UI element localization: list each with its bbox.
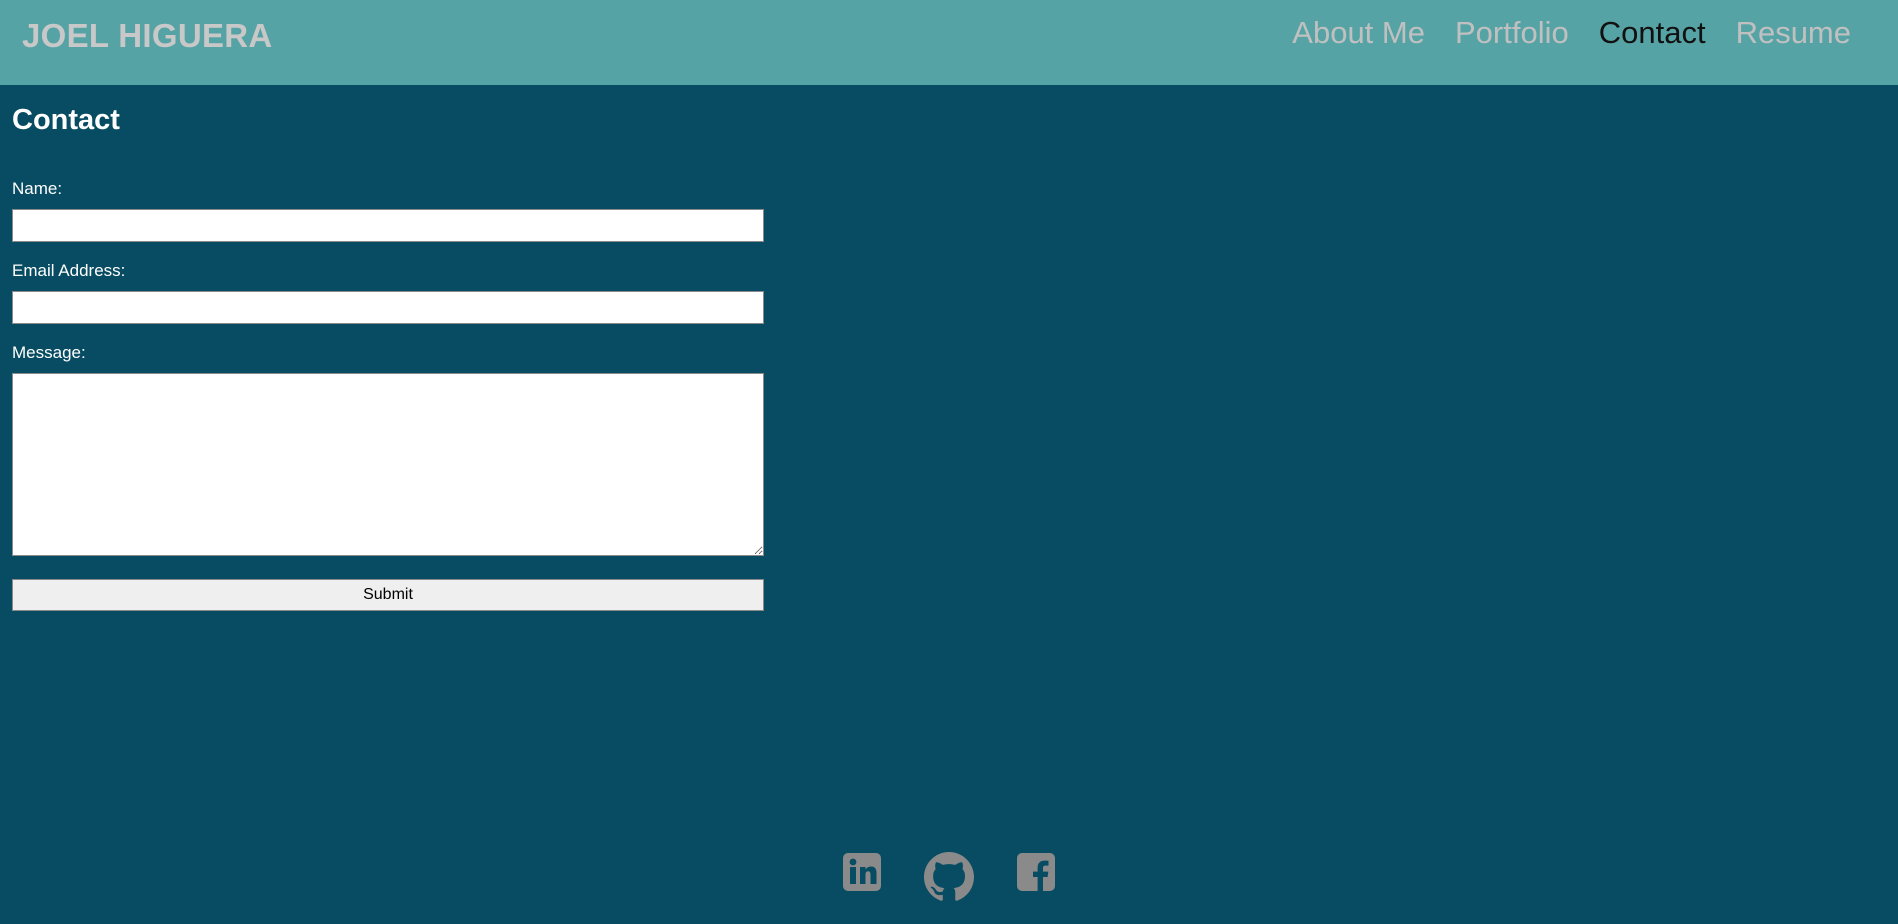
linkedin-icon[interactable] [842,852,882,892]
site-header: JOEL HIGUERA About Me Portfolio Contact … [0,0,1898,85]
nav-portfolio[interactable]: Portfolio [1455,15,1569,51]
site-brand[interactable]: JOEL HIGUERA [22,17,273,55]
social-links [0,852,1898,902]
submit-button[interactable]: Submit [12,579,764,611]
github-icon[interactable] [924,852,974,902]
name-label: Name: [12,179,63,198]
nav-about-me[interactable]: About Me [1292,15,1425,51]
page-title: Contact [12,104,120,136]
nav-resume[interactable]: Resume [1736,15,1851,51]
message-label: Message: [12,343,86,362]
name-input[interactable] [12,209,764,242]
message-textarea[interactable] [12,373,764,556]
email-input[interactable] [12,291,764,324]
email-label: Email Address: [12,261,126,280]
facebook-icon[interactable] [1016,852,1056,892]
main-nav: About Me Portfolio Contact Resume [1292,15,1851,51]
nav-contact[interactable]: Contact [1599,15,1706,51]
